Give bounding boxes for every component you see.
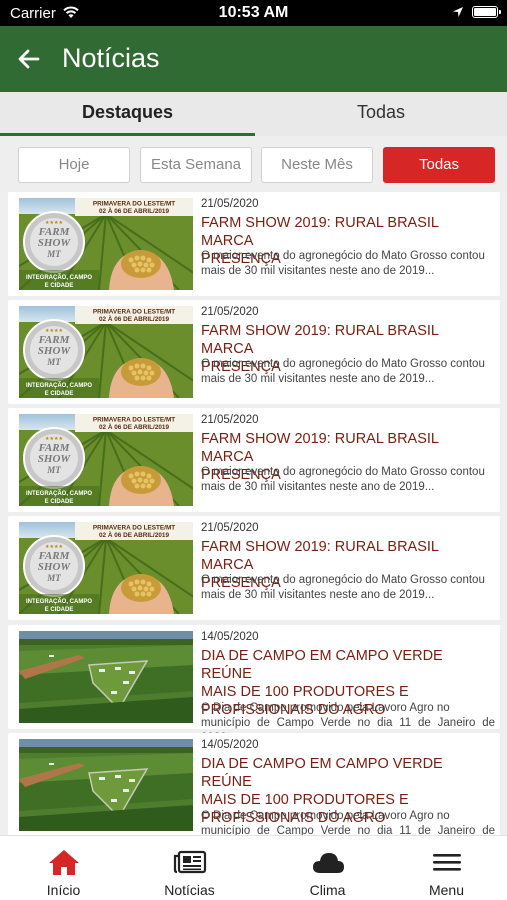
- news-title-line: MAIS DE 100 PRODUTORES E: [201, 792, 409, 808]
- bottom-tab-bar: Início Notícias Clima Menu: [0, 835, 507, 900]
- news-date: 14/05/2020: [201, 739, 259, 751]
- news-description-line: O maior evento do agronegócio do Mato Gr…: [201, 358, 485, 370]
- thumbnail-text: MT: [46, 249, 61, 259]
- news-date: 14/05/2020: [201, 631, 259, 643]
- news-title-line: MAIS DE 100 PRODUTORES E: [201, 684, 409, 700]
- thumbnail-text: INTEGRAÇÃO, CAMPO: [26, 274, 92, 281]
- news-description-line: O maior evento do agronegócio do Mato Gr…: [201, 250, 485, 262]
- battery-icon: [472, 6, 501, 18]
- tab-destaques[interactable]: Destaques: [0, 92, 255, 136]
- thumbnail-text: SHOW: [38, 453, 72, 465]
- thumbnail-text: PRIMAVERA DO LESTE/MT: [93, 417, 175, 424]
- news-thumbnail: [19, 631, 193, 723]
- thumbnail-text: SHOW: [38, 345, 72, 357]
- tab-strip: Destaques Todas: [0, 92, 507, 136]
- news-list: PRIMAVERA DO LESTE/MT 02 À 06 DE ABRIL/2…: [0, 192, 507, 835]
- thumbnail-text: MT: [46, 465, 61, 475]
- news-description-line: mais de 30 mil visitantes neste ano de 2…: [201, 481, 435, 493]
- thumbnail-text: E CIDADE: [45, 391, 74, 397]
- news-title-line: FARM SHOW 2019: RURAL BRASIL MARCA: [201, 323, 439, 357]
- clock: 10:53 AM: [218, 4, 289, 21]
- news-date: 21/05/2020: [201, 306, 259, 318]
- news-description-line: mais de 30 mil visitantes neste ano de 2…: [201, 373, 435, 385]
- thumbnail-text: MT: [46, 357, 61, 367]
- news-thumbnail: PRIMAVERA DO LESTE/MT 02 À 06 DE ABRIL/2…: [19, 414, 193, 506]
- filter-hoje-button[interactable]: Hoje: [18, 147, 130, 183]
- thumbnail-text: INTEGRAÇÃO, CAMPO: [26, 598, 92, 605]
- thumbnail-text: INTEGRAÇÃO, CAMPO: [26, 490, 92, 497]
- home-icon: [49, 850, 79, 875]
- news-description-line: O Dia de Campo promovido pela Lavoro Agr…: [201, 810, 450, 822]
- period-filters: Hoje Esta Semana Neste Mês Todas: [0, 136, 507, 192]
- news-description-line: mais de 30 mil visitantes neste ano de 2…: [201, 589, 435, 601]
- nav-clima-label: Clima: [309, 882, 346, 898]
- news-card[interactable]: 14/05/2020 DIA DE CAMPO EM CAMPO VERDE RE…: [8, 733, 500, 835]
- thumbnail-text: MT: [46, 573, 61, 583]
- thumbnail-text: E CIDADE: [45, 283, 74, 289]
- arrow-left-icon[interactable]: [16, 46, 42, 72]
- thumbnail-text: INTEGRAÇÃO, CAMPO: [26, 382, 92, 389]
- news-description: O maior evento do agronegócio do Mato Gr…: [201, 573, 495, 603]
- filter-esta-semana-button[interactable]: Esta Semana: [140, 147, 252, 183]
- thumbnail-text: E CIDADE: [45, 499, 74, 505]
- news-card[interactable]: PRIMAVERA DO LESTE/MT 02 À 06 DE ABRIL/2…: [8, 408, 500, 512]
- nav-inicio[interactable]: Início: [0, 836, 127, 900]
- app-header: Notícias: [0, 26, 507, 92]
- news-card[interactable]: PRIMAVERA DO LESTE/MT 02 À 06 DE ABRIL/2…: [8, 516, 500, 620]
- news-title-line: DIA DE CAMPO EM CAMPO VERDE REÚNE: [201, 756, 443, 790]
- news-description: O maior evento do agronegócio do Mato Gr…: [201, 249, 495, 279]
- news-description-line: O maior evento do agronegócio do Mato Gr…: [201, 574, 485, 586]
- location-arrow-icon: [453, 7, 463, 17]
- news-title-line: FARM SHOW 2019: RURAL BRASIL MARCA: [201, 431, 439, 465]
- news-description: O Dia de Campo promovido pela Lavoro Agr…: [201, 809, 495, 835]
- news-description: O maior evento do agronegócio do Mato Gr…: [201, 357, 495, 387]
- news-thumbnail: PRIMAVERA DO LESTE/MT 02 À 06 DE ABRIL/2…: [19, 198, 193, 290]
- news-description-line: O Dia de Campo promovido pela Lavoro Agr…: [201, 702, 450, 714]
- thumbnail-text: 02 À 06 DE ABRIL/2019: [99, 422, 170, 431]
- news-thumbnail: PRIMAVERA DO LESTE/MT 02 À 06 DE ABRIL/2…: [19, 306, 193, 398]
- page-title: Notícias: [62, 43, 160, 73]
- news-date: 21/05/2020: [201, 414, 259, 426]
- nav-clima[interactable]: Clima: [264, 836, 391, 900]
- thumbnail-text: 02 À 06 DE ABRIL/2019: [99, 314, 170, 323]
- nav-inicio-label: Início: [46, 882, 81, 898]
- news-date: 21/05/2020: [201, 522, 259, 534]
- news-date: 21/05/2020: [201, 198, 259, 210]
- news-thumbnail: [19, 739, 193, 831]
- filter-todas-button[interactable]: Todas: [383, 147, 495, 183]
- thumbnail-text: 02 À 06 DE ABRIL/2019: [99, 530, 170, 539]
- news-title-line: DIA DE CAMPO EM CAMPO VERDE REÚNE: [201, 648, 443, 682]
- news-description-line: mais de 30 mil visitantes neste ano de 2…: [201, 265, 435, 277]
- news-description-line: O maior evento do agronegócio do Mato Gr…: [201, 466, 485, 478]
- tab-todas[interactable]: Todas: [255, 92, 507, 136]
- news-card[interactable]: 14/05/2020 DIA DE CAMPO EM CAMPO VERDE RE…: [8, 625, 500, 744]
- news-description: O maior evento do agronegócio do Mato Gr…: [201, 465, 495, 495]
- news-thumbnail: PRIMAVERA DO LESTE/MT 02 À 06 DE ABRIL/2…: [19, 522, 193, 614]
- thumbnail-text: 02 À 06 DE ABRIL/2019: [99, 206, 170, 215]
- thumbnail-text: SHOW: [38, 561, 72, 573]
- news-title-line: FARM SHOW 2019: RURAL BRASIL MARCA: [201, 539, 439, 573]
- nav-noticias-label: Notícias: [164, 882, 215, 898]
- hamburger-menu-icon: [433, 854, 461, 871]
- thumbnail-text: E CIDADE: [45, 607, 74, 613]
- news-description-line: município de Campo Verde no dia 11 de Ja…: [201, 825, 495, 835]
- status-bar: Carrier 10:53 AM: [0, 0, 507, 26]
- filter-neste-mes-button[interactable]: Neste Mês: [261, 147, 373, 183]
- thumbnail-text: PRIMAVERA DO LESTE/MT: [93, 525, 175, 532]
- thumbnail-text: SHOW: [38, 237, 72, 249]
- nav-menu[interactable]: Menu: [383, 836, 507, 900]
- nav-menu-label: Menu: [428, 882, 465, 898]
- thumbnail-text: PRIMAVERA DO LESTE/MT: [93, 309, 175, 316]
- news-title-line: FARM SHOW 2019: RURAL BRASIL MARCA: [201, 215, 439, 249]
- thumbnail-text: PRIMAVERA DO LESTE/MT: [93, 201, 175, 208]
- news-card[interactable]: PRIMAVERA DO LESTE/MT 02 À 06 DE ABRIL/2…: [8, 300, 500, 404]
- news-card[interactable]: PRIMAVERA DO LESTE/MT 02 À 06 DE ABRIL/2…: [8, 192, 500, 296]
- newspaper-icon: [173, 850, 207, 874]
- nav-noticias[interactable]: Notícias: [126, 836, 253, 900]
- cloud-icon: [313, 853, 344, 873]
